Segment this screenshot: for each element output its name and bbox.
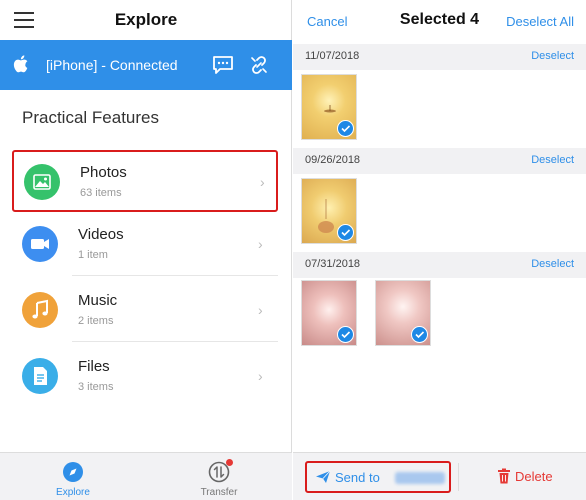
selection-header: Cancel Selected 4 Deselect All xyxy=(293,0,586,40)
divider xyxy=(458,463,459,491)
device-name: [iPhone] - Connected xyxy=(46,57,178,73)
group-date: 11/07/2018 xyxy=(305,50,360,62)
feature-count: 63 items xyxy=(80,187,122,199)
group-date: 09/26/2018 xyxy=(305,154,361,166)
file-icon xyxy=(22,358,58,394)
date-group-header: 07/31/2018 Deselect xyxy=(293,252,586,278)
deselect-all-button[interactable]: Deselect All xyxy=(506,14,574,29)
send-label: Send to xyxy=(335,470,380,485)
delete-label: Delete xyxy=(515,469,553,484)
checkmark-icon xyxy=(411,326,428,343)
feature-name: Videos xyxy=(78,226,124,243)
send-to-button[interactable]: Send to xyxy=(305,461,451,493)
date-group-header: 09/26/2018 Deselect xyxy=(293,148,586,174)
trash-icon xyxy=(498,468,510,484)
chevron-right-icon: › xyxy=(258,236,263,252)
feature-count: 1 item xyxy=(78,249,108,261)
group-date: 07/31/2018 xyxy=(305,258,361,270)
feature-music[interactable]: Music 2 items › xyxy=(12,280,278,342)
deselect-button[interactable]: Deselect xyxy=(531,258,574,270)
tab-transfer[interactable]: Transfer xyxy=(146,453,292,500)
compass-icon xyxy=(63,462,83,482)
checkmark-icon xyxy=(337,120,354,137)
feature-videos[interactable]: Videos 1 item › xyxy=(12,214,278,276)
photo-icon xyxy=(24,164,60,200)
deselect-button[interactable]: Deselect xyxy=(531,154,574,166)
feature-name: Files xyxy=(78,358,110,375)
feature-name: Photos xyxy=(80,164,127,181)
deselect-button[interactable]: Deselect xyxy=(531,50,574,62)
music-note-icon xyxy=(22,292,58,328)
disconnect-link-icon[interactable] xyxy=(248,54,270,76)
tab-label: Transfer xyxy=(200,487,238,498)
feature-name: Music xyxy=(78,292,118,309)
selection-panel: Cancel Selected 4 Deselect All 11/07/201… xyxy=(293,0,586,500)
feature-photos[interactable]: Photos 63 items › xyxy=(12,150,278,212)
message-icon[interactable] xyxy=(212,55,234,75)
photo-thumbnail[interactable] xyxy=(301,74,357,140)
action-bar: Send to Delete xyxy=(293,452,586,500)
tab-explore[interactable]: Explore xyxy=(0,453,146,500)
apple-icon xyxy=(13,55,28,73)
photo-thumbnail[interactable] xyxy=(375,280,431,346)
tab-label: Explore xyxy=(56,487,90,498)
date-group-header: 11/07/2018 Deselect xyxy=(293,44,586,70)
chevron-right-icon: › xyxy=(258,302,263,318)
feature-count: 2 items xyxy=(78,315,114,327)
chevron-right-icon: › xyxy=(260,174,265,190)
bottom-tab-bar: Explore Transfer xyxy=(0,452,292,500)
row-divider xyxy=(72,275,278,276)
video-camera-icon xyxy=(22,226,58,262)
checkmark-icon xyxy=(337,326,354,343)
photo-thumbnail[interactable] xyxy=(301,280,357,346)
redacted-device-name xyxy=(395,472,445,484)
explore-panel: Explore [iPhone] - Connected Practical F… xyxy=(0,0,292,500)
section-title: Practical Features xyxy=(22,108,159,127)
notification-badge xyxy=(226,459,233,466)
checkmark-icon xyxy=(337,224,354,241)
feature-count: 3 items xyxy=(78,381,114,393)
paper-plane-icon xyxy=(316,470,331,483)
explore-header: Explore xyxy=(0,0,292,40)
delete-button[interactable]: Delete xyxy=(497,468,567,488)
chevron-right-icon: › xyxy=(258,368,263,384)
page-title: Explore xyxy=(114,10,178,29)
photo-thumbnail[interactable] xyxy=(301,178,357,244)
device-status-bar: [iPhone] - Connected xyxy=(0,40,292,90)
row-divider xyxy=(72,341,278,342)
feature-files[interactable]: Files 3 items › xyxy=(12,346,278,408)
